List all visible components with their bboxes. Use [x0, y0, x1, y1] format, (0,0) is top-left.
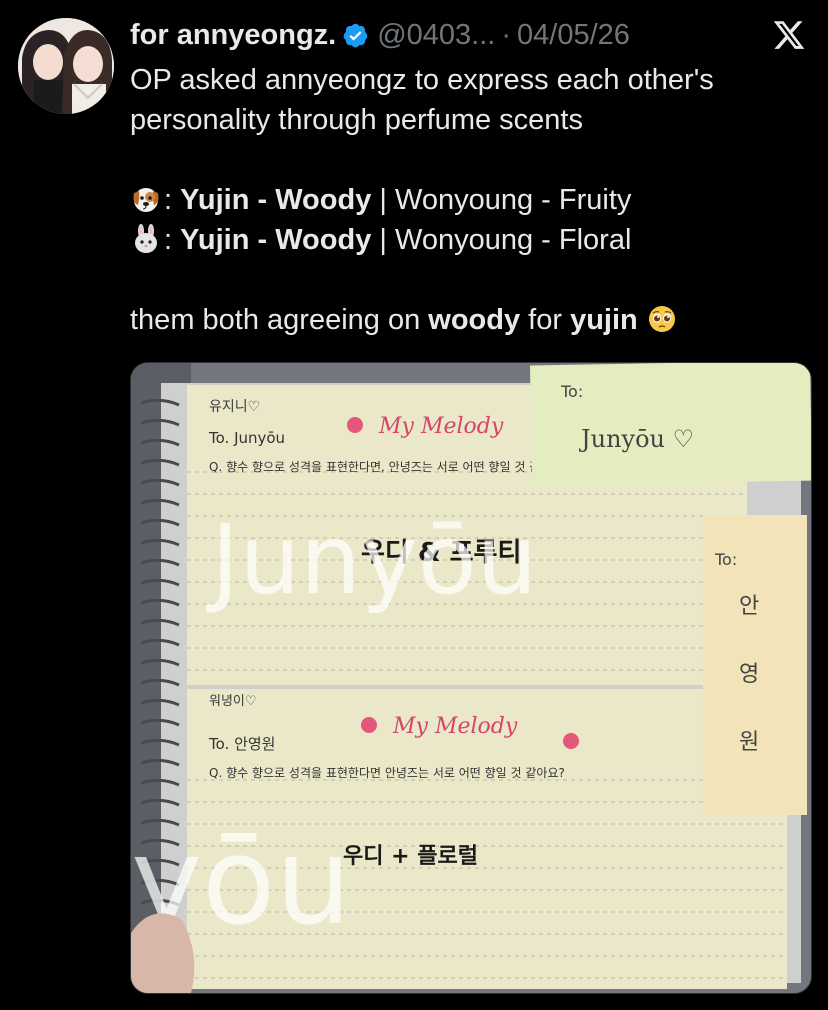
card1-to: To. Junyōu — [208, 429, 285, 447]
sticky-note-side: To: 안 영 원 — [703, 515, 807, 815]
closing-line: them both agreeing on woody for yujin — [130, 300, 810, 340]
separator-dot: · — [501, 18, 512, 51]
row2-dash-b: - — [533, 224, 559, 256]
sticky-side-to: To: — [714, 550, 737, 569]
closing-part-1: them both agreeing on — [130, 304, 429, 336]
row2-scent-a: Woody — [275, 224, 372, 256]
sticky-note-top: To: Junyōu ♡ — [529, 363, 811, 486]
card2-question: Q. 향수 향으로 성격을 표현한다면 안녕즈는 서로 어떤 향일 것 같아요? — [209, 766, 565, 780]
row2-divider: | — [371, 224, 395, 256]
row2-scent-b: Floral — [558, 224, 632, 256]
card1-header: 유지니♡ — [209, 399, 260, 415]
avatar[interactable] — [18, 18, 114, 114]
display-name[interactable]: for annyeongz. — [130, 19, 336, 52]
verified-badge-icon — [343, 23, 368, 47]
row1-dash-a: - — [249, 184, 276, 216]
row1-name-b: Wonyoung — [394, 184, 534, 216]
row1-dash-b: - — [533, 184, 559, 216]
handle[interactable]: @0403... — [377, 19, 495, 52]
sticky-side-line1: 안 — [739, 594, 759, 619]
tweet: for annyeongz. @0403... · 04/05/26 OP as… — [0, 0, 828, 1010]
intro-line-1: OP asked annyeongz to express each other… — [130, 64, 714, 96]
card1-brand: My Melody — [378, 414, 504, 439]
tweet-text: OP asked annyeongz to express each other… — [130, 60, 810, 340]
sticky-top-name: Junyōu ♡ — [578, 425, 694, 453]
row1-scent-a: Woody — [275, 184, 372, 216]
scent-row-rabbit: : Yujin - Woody | Wonyoung - Floral — [130, 220, 810, 260]
row2-name-a: Yujin — [180, 224, 250, 256]
card2-to: To. 안영원 — [208, 735, 275, 753]
card2-header: 워녕이♡ — [209, 694, 257, 709]
dog-face-icon — [133, 188, 159, 212]
card2-brand: My Melody — [392, 714, 518, 739]
sticky-side-line3: 원 — [739, 730, 759, 755]
row2-name-b: Wonyoung — [394, 224, 534, 256]
rabbit-face-icon — [135, 224, 157, 253]
card1-question: Q. 향수 향으로 성격을 표현한다면, 안녕즈는 서로 어떤 향일 것 같아요… — [209, 460, 569, 474]
scent-row-dog: : Yujin - Woody | Wonyoung - Fruity — [130, 180, 810, 220]
timestamp[interactable]: 04/05/26 — [517, 19, 630, 52]
closing-bold-2: yujin — [570, 304, 638, 336]
pleading-face-icon — [648, 306, 675, 332]
notebook-photo: 유지니♡ My Melody To. Junyōu Q. 향수 향으로 성격을 … — [131, 363, 811, 993]
closing-part-2: for — [520, 304, 571, 336]
row1-name-a: Yujin — [180, 184, 250, 216]
intro-line-2: personality through perfume scents — [130, 104, 583, 136]
row1-divider: | — [371, 184, 395, 216]
card2-answer: 우디 + 플로럴 — [343, 844, 478, 869]
row1-prefix: : — [164, 184, 181, 216]
sticky-top-to: To: — [560, 382, 583, 401]
row2-prefix: : — [164, 224, 181, 256]
row2-dash-a: - — [249, 224, 276, 256]
sticky-side-line2: 영 — [739, 662, 759, 687]
row1-scent-b: Fruity — [558, 184, 632, 216]
watermark-1: Junyōu — [206, 504, 537, 616]
tweet-header: for annyeongz. @0403... · 04/05/26 — [130, 14, 630, 56]
x-logo-icon[interactable] — [772, 18, 806, 52]
tweet-media-photo[interactable]: 유지니♡ My Melody To. Junyōu Q. 향수 향으로 성격을 … — [130, 362, 812, 994]
closing-bold-1: woody — [428, 304, 521, 336]
